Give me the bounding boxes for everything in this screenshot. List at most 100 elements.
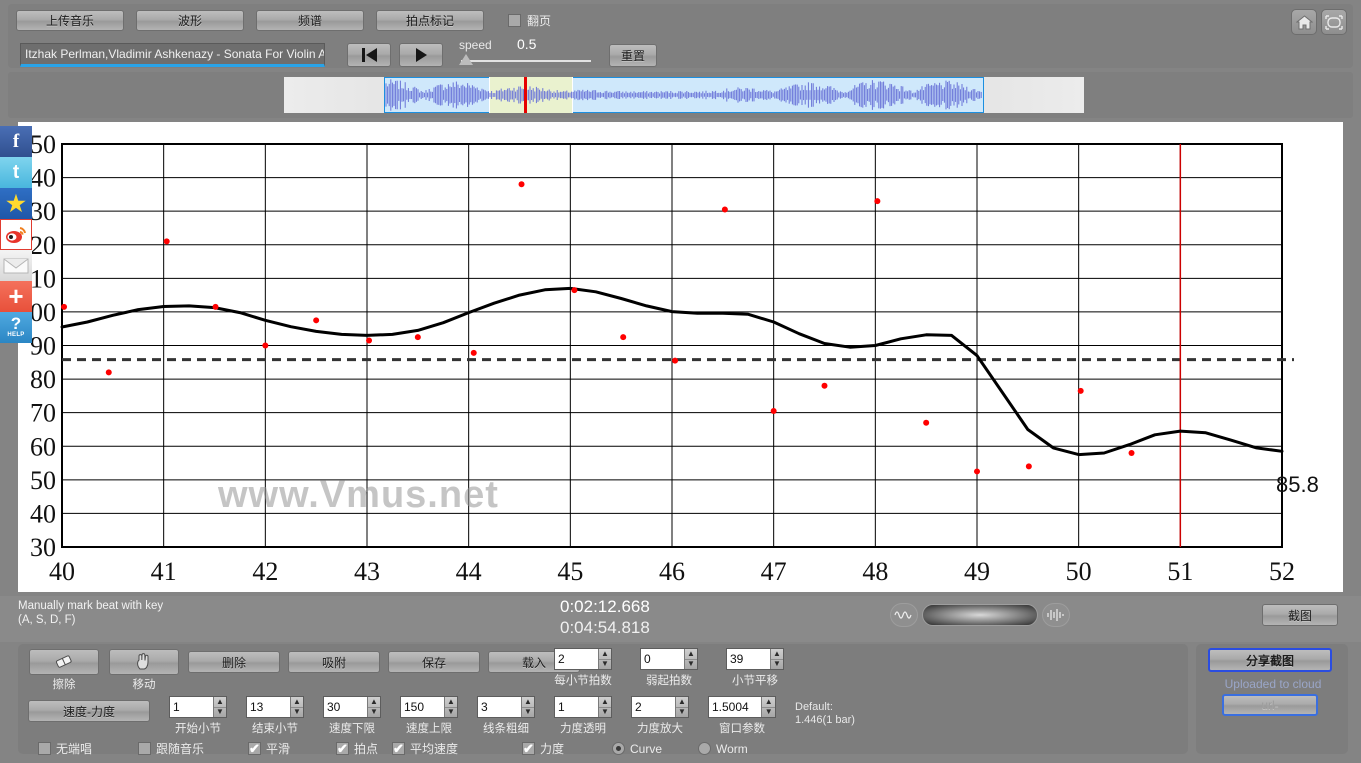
beats-checkbox[interactable]: ✔ — [336, 742, 349, 755]
end-bar-arrows[interactable]: ▲ ▼ — [289, 697, 303, 718]
pickup-beats-arrows[interactable]: ▲ ▼ — [683, 649, 697, 670]
twitter-icon[interactable]: t — [0, 157, 32, 188]
bar-shift-spinner[interactable]: ▲▼ — [726, 648, 784, 670]
dynamics-scale-input[interactable] — [632, 697, 675, 717]
qzone-icon[interactable]: ★ — [0, 188, 32, 219]
spin-down-icon[interactable]: ▼ — [368, 708, 380, 718]
dynamics-opacity-input[interactable] — [555, 697, 598, 717]
tempo-min-spinner[interactable]: ▲▼ — [323, 696, 381, 718]
upload-music-button[interactable]: 上传音乐 — [16, 10, 124, 31]
end-bar-spinner[interactable]: ▲▼ — [246, 696, 304, 718]
bar-shift-arrows[interactable]: ▲ ▼ — [769, 649, 783, 670]
beat-marker-button[interactable]: 拍点标记 — [376, 10, 484, 31]
smooth-checkbox[interactable]: ✔ — [248, 742, 261, 755]
url-button[interactable]: url- — [1222, 694, 1318, 716]
window-param-input[interactable] — [709, 697, 762, 717]
spin-down-icon[interactable]: ▼ — [599, 708, 611, 718]
audio-wave-icon[interactable] — [1042, 603, 1070, 627]
spin-down-icon[interactable]: ▼ — [762, 708, 775, 718]
rewind-to-start-button[interactable] — [347, 43, 391, 67]
facebook-glyph: f — [12, 130, 20, 152]
spin-up-icon[interactable]: ▲ — [684, 649, 697, 660]
dynamics-scale-arrows[interactable]: ▲ ▼ — [674, 697, 688, 718]
spin-down-icon[interactable]: ▼ — [685, 660, 697, 670]
spin-up-icon[interactable]: ▲ — [675, 697, 688, 708]
email-icon[interactable] — [0, 250, 32, 281]
beats-per-bar-spinner[interactable]: ▲▼ — [554, 648, 612, 670]
spin-up-icon[interactable]: ▲ — [290, 697, 303, 708]
pickup-beats-spinner[interactable]: ▲▼ — [640, 648, 698, 670]
start-bar-arrows[interactable]: ▲ ▼ — [212, 697, 226, 718]
spin-down-icon[interactable]: ▼ — [771, 660, 783, 670]
window-param-spinner[interactable]: ▲▼ — [708, 696, 776, 718]
home-icon[interactable] — [1291, 9, 1317, 35]
spin-down-icon[interactable]: ▼ — [214, 708, 226, 718]
dynamics-opacity-spinner[interactable]: ▲▼ — [554, 696, 612, 718]
beats-per-bar-arrows[interactable]: ▲ ▼ — [597, 649, 611, 670]
facebook-icon[interactable]: f — [0, 126, 32, 157]
spin-up-icon[interactable]: ▲ — [762, 697, 775, 708]
no-vocal-group: 无端唱 — [38, 740, 138, 757]
page-turn-checkbox[interactable] — [508, 14, 521, 27]
tempo-min-input[interactable] — [324, 697, 367, 717]
start-bar-spinner[interactable]: ▲▼ — [169, 696, 227, 718]
tempo-chart-panel[interactable]: 30 40 50 60 70 80 90 100 110 120 130 140 150 40 41 42 43… — [18, 122, 1343, 592]
spin-down-icon[interactable]: ▼ — [599, 660, 611, 670]
window-param-arrows[interactable]: ▲ ▼ — [761, 697, 775, 717]
spin-down-icon[interactable]: ▼ — [522, 708, 534, 718]
delete-button[interactable]: 删除 — [188, 651, 280, 673]
dynamics-scale-spinner[interactable]: ▲▼ — [631, 696, 689, 718]
spin-up-icon[interactable]: ▲ — [444, 697, 457, 708]
spin-up-icon[interactable]: ▲ — [521, 697, 534, 708]
snap-button[interactable]: 吸附 — [288, 651, 380, 673]
play-button[interactable] — [399, 43, 443, 67]
share-more-icon[interactable]: + — [0, 281, 32, 312]
tempo-max-spinner[interactable]: ▲▼ — [400, 696, 458, 718]
mixer-slider[interactable] — [922, 604, 1038, 626]
save-button[interactable]: 保存 — [388, 651, 480, 673]
capture-button[interactable]: 截图 — [1262, 604, 1338, 626]
move-tool[interactable] — [109, 649, 179, 675]
spin-up-icon[interactable]: ▲ — [598, 697, 611, 708]
tempo-min-arrows[interactable]: ▲ ▼ — [366, 697, 380, 718]
curve-radio[interactable] — [612, 742, 625, 755]
spin-down-icon[interactable]: ▼ — [676, 708, 688, 718]
worm-radio[interactable] — [698, 742, 711, 755]
line-width-spinner[interactable]: ▲▼ — [477, 696, 535, 718]
bar-shift-input[interactable] — [727, 649, 770, 669]
speed-slider-knob[interactable] — [459, 54, 473, 65]
help-icon[interactable]: ? HELP — [0, 312, 32, 343]
speed-slider-track[interactable] — [461, 60, 591, 62]
waveform-button[interactable]: 波形 — [136, 10, 244, 31]
weibo-icon[interactable] — [0, 219, 32, 250]
sine-wave-icon[interactable] — [890, 603, 918, 627]
beats-per-bar-input[interactable] — [555, 649, 598, 669]
follow-music-checkbox[interactable] — [138, 742, 151, 755]
dynamics-opacity-arrows[interactable]: ▲ ▼ — [597, 697, 611, 718]
spin-up-icon[interactable]: ▲ — [598, 649, 611, 660]
average-tempo-checkbox[interactable]: ✔ — [392, 742, 405, 755]
spin-up-icon[interactable]: ▲ — [367, 697, 380, 708]
pickup-beats-input[interactable] — [641, 649, 684, 669]
spin-down-icon[interactable]: ▼ — [291, 708, 303, 718]
waveform-overview[interactable] — [284, 77, 1084, 113]
tempo-max-input[interactable] — [401, 697, 444, 717]
reset-button[interactable]: 重置 — [609, 43, 657, 67]
spin-down-icon[interactable]: ▼ — [445, 708, 457, 718]
no-vocal-checkbox[interactable] — [38, 742, 51, 755]
spin-up-icon[interactable]: ▲ — [770, 649, 783, 660]
start-bar-input[interactable] — [170, 697, 213, 717]
end-bar-input[interactable] — [247, 697, 290, 717]
tempo-max-arrows[interactable]: ▲ ▼ — [443, 697, 457, 718]
dynamics-checkbox[interactable]: ✔ — [522, 742, 535, 755]
share-screenshot-button[interactable]: 分享截图 — [1208, 648, 1332, 672]
fullscreen-icon[interactable] — [1321, 9, 1347, 35]
line-width-arrows[interactable]: ▲ ▼ — [520, 697, 534, 718]
spin-up-icon[interactable]: ▲ — [213, 697, 226, 708]
spectrum-button[interactable]: 频谱 — [256, 10, 364, 31]
speed-dynamics-button[interactable]: 速度-力度 — [28, 700, 150, 722]
line-width-input[interactable] — [478, 697, 521, 717]
track-title-field[interactable]: Itzhak Perlman,Vladimir Ashkenazy - Sona… — [20, 43, 325, 67]
erase-tool[interactable] — [29, 649, 99, 675]
waveform-playhead[interactable] — [524, 77, 527, 113]
